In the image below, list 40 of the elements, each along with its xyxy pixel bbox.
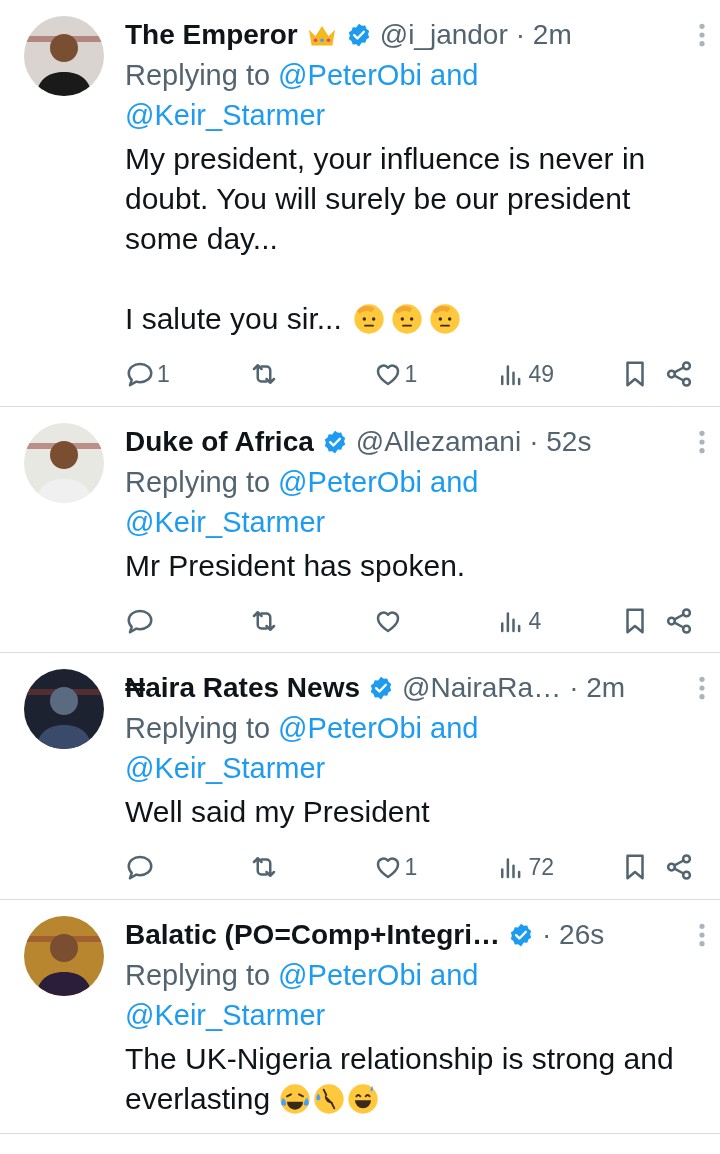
tweet-text: Well said my President: [125, 794, 431, 830]
grinning-sweat-face-icon: [347, 1082, 380, 1115]
display-name: The Emperor: [125, 18, 298, 52]
share-icon: [664, 852, 694, 883]
reply-button[interactable]: 1: [125, 357, 235, 392]
display-name: Duke of Africa: [125, 424, 314, 459]
user-handle: @i_jandor: [379, 18, 508, 52]
views-button[interactable]: 49: [496, 357, 607, 392]
views-button[interactable]: 4: [496, 603, 607, 638]
tweet-card[interactable]: ₦aira Rates News @NairaRa… · 2m Replying to @PeterObi and @Keir_Starmer Well said my President 1 72: [0, 653, 720, 900]
share-button[interactable]: [664, 605, 694, 636]
user-handle: @NairaRa…: [402, 671, 562, 705]
timestamp: · 26s: [541, 917, 605, 952]
replying-to-label: Replying to: [125, 58, 271, 93]
share-button[interactable]: [664, 359, 694, 390]
share-icon: [664, 359, 694, 390]
display-name: ₦aira Rates News: [125, 671, 360, 705]
timestamp: · 2m: [515, 18, 572, 52]
share-icon: [664, 605, 694, 636]
tweet-card[interactable]: Duke of Africa @Allezamani · 52s Replying to @PeterObi and @Keir_Starmer Mr President has spoken. 4: [0, 406, 720, 653]
replying-to-label: Replying to: [125, 464, 271, 500]
replying-to-label: Replying to: [125, 711, 271, 746]
display-name: Balatic (PO=Comp+Integri…: [125, 917, 500, 952]
like-button[interactable]: 1: [372, 850, 483, 885]
saluting-face-icon: [429, 303, 462, 335]
timestamp: · 2m: [569, 671, 626, 705]
like-button[interactable]: 1: [372, 357, 483, 392]
tweet-text: I salute you sir...: [125, 299, 704, 339]
replying-to-label: Replying to: [125, 957, 271, 993]
share-button[interactable]: [664, 852, 694, 883]
saluting-face-icon: [391, 303, 424, 335]
tweet-text: My president, your influence is never in doubt. You will surely be our president some day...: [125, 141, 647, 257]
views-button[interactable]: 72: [496, 850, 607, 885]
timestamp: · 52s: [529, 424, 592, 459]
user-handle: @Allezamani: [355, 424, 522, 459]
tweet-text: Mr President has spoken.: [125, 547, 467, 584]
tweet-card[interactable]: The Emperor @i_jandor · 2m Replying to @PeterObi and @Keir_Starmer My president, your influence is never in doubt. You will surely be our president some day... I salute you sir... 1 1 49: [0, 0, 720, 407]
tweet-text: The UK-Nigeria relationship is strong and everlasting: [125, 1040, 675, 1117]
saluting-face-icon: [353, 303, 386, 335]
laughing-face-icon: [279, 1082, 312, 1115]
